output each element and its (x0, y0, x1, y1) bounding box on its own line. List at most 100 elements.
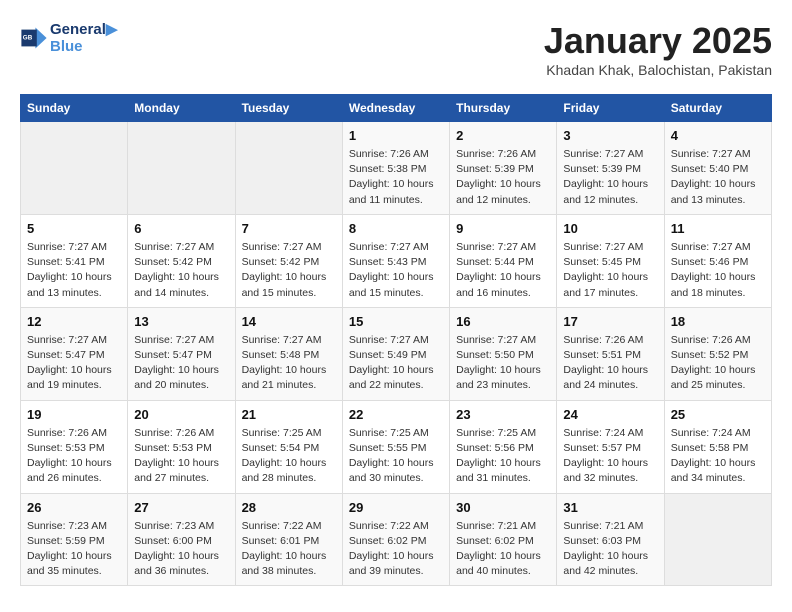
day-info: Sunrise: 7:27 AMSunset: 5:43 PMDaylight:… (349, 240, 443, 301)
day-info: Sunrise: 7:27 AMSunset: 5:47 PMDaylight:… (134, 333, 228, 394)
col-header-wednesday: Wednesday (342, 95, 449, 122)
day-number: 28 (242, 500, 336, 515)
day-info: Sunrise: 7:26 AMSunset: 5:52 PMDaylight:… (671, 333, 765, 394)
day-number: 10 (563, 221, 657, 236)
day-cell: 24 Sunrise: 7:24 AMSunset: 5:57 PMDayligh… (557, 400, 664, 493)
day-number: 22 (349, 407, 443, 422)
day-cell (664, 493, 771, 586)
day-number: 11 (671, 221, 765, 236)
day-number: 23 (456, 407, 550, 422)
header-row: SundayMondayTuesdayWednesdayThursdayFrid… (21, 95, 772, 122)
col-header-saturday: Saturday (664, 95, 771, 122)
day-number: 27 (134, 500, 228, 515)
day-info: Sunrise: 7:27 AMSunset: 5:41 PMDaylight:… (27, 240, 121, 301)
week-row-3: 12 Sunrise: 7:27 AMSunset: 5:47 PMDayligh… (21, 307, 772, 400)
day-number: 20 (134, 407, 228, 422)
day-cell: 2Sunrise: 7:26 AMSunset: 5:39 PMDaylight… (450, 122, 557, 215)
day-number: 8 (349, 221, 443, 236)
col-header-monday: Monday (128, 95, 235, 122)
day-info: Sunrise: 7:27 AMSunset: 5:50 PMDaylight:… (456, 333, 550, 394)
week-row-2: 5 Sunrise: 7:27 AMSunset: 5:41 PMDaylight… (21, 214, 772, 307)
day-info: Sunrise: 7:26 AMSunset: 5:53 PMDaylight:… (134, 426, 228, 487)
day-cell: 18Sunrise: 7:26 AMSunset: 5:52 PMDayligh… (664, 307, 771, 400)
day-cell: 20 Sunrise: 7:26 AMSunset: 5:53 PMDayligh… (128, 400, 235, 493)
col-header-sunday: Sunday (21, 95, 128, 122)
col-header-friday: Friday (557, 95, 664, 122)
day-cell (235, 122, 342, 215)
day-info: Sunrise: 7:27 AMSunset: 5:48 PMDaylight:… (242, 333, 336, 394)
day-cell: 16 Sunrise: 7:27 AMSunset: 5:50 PMDayligh… (450, 307, 557, 400)
day-info: Sunrise: 7:27 AMSunset: 5:40 PMDaylight:… (671, 147, 765, 208)
day-cell: 31 Sunrise: 7:21 AMSunset: 6:03 PMDayligh… (557, 493, 664, 586)
day-number: 29 (349, 500, 443, 515)
day-info: Sunrise: 7:27 AMSunset: 5:47 PMDaylight:… (27, 333, 121, 394)
title-block: January 2025 Khadan Khak, Balochistan, P… (544, 20, 772, 78)
day-info: Sunrise: 7:25 AMSunset: 5:55 PMDaylight:… (349, 426, 443, 487)
day-number: 17 (563, 314, 657, 329)
day-number: 6 (134, 221, 228, 236)
calendar-table: SundayMondayTuesdayWednesdayThursdayFrid… (20, 94, 772, 586)
day-number: 26 (27, 500, 121, 515)
day-number: 19 (27, 407, 121, 422)
day-cell: 12 Sunrise: 7:27 AMSunset: 5:47 PMDayligh… (21, 307, 128, 400)
day-cell (128, 122, 235, 215)
day-info: Sunrise: 7:21 AMSunset: 6:03 PMDaylight:… (563, 519, 657, 580)
day-number: 25 (671, 407, 765, 422)
day-cell: 22 Sunrise: 7:25 AMSunset: 5:55 PMDayligh… (342, 400, 449, 493)
day-cell: 3Sunrise: 7:27 AMSunset: 5:39 PMDaylight… (557, 122, 664, 215)
day-info: Sunrise: 7:27 AMSunset: 5:49 PMDaylight:… (349, 333, 443, 394)
day-cell: 26 Sunrise: 7:23 AMSunset: 5:59 PMDayligh… (21, 493, 128, 586)
day-cell: 10 Sunrise: 7:27 AMSunset: 5:45 PMDayligh… (557, 214, 664, 307)
day-cell: 23 Sunrise: 7:25 AMSunset: 5:56 PMDayligh… (450, 400, 557, 493)
day-cell: 30Sunrise: 7:21 AMSunset: 6:02 PMDayligh… (450, 493, 557, 586)
day-cell: 19Sunrise: 7:26 AMSunset: 5:53 PMDayligh… (21, 400, 128, 493)
day-cell: 6 Sunrise: 7:27 AMSunset: 5:42 PMDaylight… (128, 214, 235, 307)
day-info: Sunrise: 7:27 AMSunset: 5:42 PMDaylight:… (242, 240, 336, 301)
day-cell: 1Sunrise: 7:26 AMSunset: 5:38 PMDaylight… (342, 122, 449, 215)
week-row-1: 1Sunrise: 7:26 AMSunset: 5:38 PMDaylight… (21, 122, 772, 215)
day-cell: 15 Sunrise: 7:27 AMSunset: 5:49 PMDayligh… (342, 307, 449, 400)
day-cell: 9 Sunrise: 7:27 AMSunset: 5:44 PMDaylight… (450, 214, 557, 307)
day-info: Sunrise: 7:24 AMSunset: 5:57 PMDaylight:… (563, 426, 657, 487)
day-number: 7 (242, 221, 336, 236)
day-info: Sunrise: 7:22 AMSunset: 6:02 PMDaylight:… (349, 519, 443, 580)
day-info: Sunrise: 7:27 AMSunset: 5:46 PMDaylight:… (671, 240, 765, 301)
day-cell: 29 Sunrise: 7:22 AMSunset: 6:02 PMDayligh… (342, 493, 449, 586)
day-info: Sunrise: 7:26 AMSunset: 5:51 PMDaylight:… (563, 333, 657, 394)
month-title: January 2025 (544, 20, 772, 62)
day-info: Sunrise: 7:27 AMSunset: 5:44 PMDaylight:… (456, 240, 550, 301)
day-number: 16 (456, 314, 550, 329)
day-info: Sunrise: 7:26 AMSunset: 5:39 PMDaylight:… (456, 147, 550, 208)
day-cell: 8 Sunrise: 7:27 AMSunset: 5:43 PMDaylight… (342, 214, 449, 307)
day-number: 9 (456, 221, 550, 236)
day-number: 15 (349, 314, 443, 329)
day-number: 12 (27, 314, 121, 329)
col-header-thursday: Thursday (450, 95, 557, 122)
day-number: 13 (134, 314, 228, 329)
day-number: 24 (563, 407, 657, 422)
day-info: Sunrise: 7:24 AMSunset: 5:58 PMDaylight:… (671, 426, 765, 487)
location: Khadan Khak, Balochistan, Pakistan (544, 62, 772, 78)
day-cell: 14Sunrise: 7:27 AMSunset: 5:48 PMDayligh… (235, 307, 342, 400)
day-info: Sunrise: 7:25 AMSunset: 5:56 PMDaylight:… (456, 426, 550, 487)
day-info: Sunrise: 7:27 AMSunset: 5:39 PMDaylight:… (563, 147, 657, 208)
day-number: 5 (27, 221, 121, 236)
day-info: Sunrise: 7:27 AMSunset: 5:45 PMDaylight:… (563, 240, 657, 301)
day-cell: 25 Sunrise: 7:24 AMSunset: 5:58 PMDayligh… (664, 400, 771, 493)
day-info: Sunrise: 7:21 AMSunset: 6:02 PMDaylight:… (456, 519, 550, 580)
day-cell: 13 Sunrise: 7:27 AMSunset: 5:47 PMDayligh… (128, 307, 235, 400)
col-header-tuesday: Tuesday (235, 95, 342, 122)
logo-icon: GB (20, 24, 48, 52)
logo-subtext: Blue (50, 38, 117, 55)
week-row-5: 26 Sunrise: 7:23 AMSunset: 5:59 PMDayligh… (21, 493, 772, 586)
day-cell: 17 Sunrise: 7:26 AMSunset: 5:51 PMDayligh… (557, 307, 664, 400)
day-cell: 21Sunrise: 7:25 AMSunset: 5:54 PMDayligh… (235, 400, 342, 493)
svg-text:GB: GB (23, 34, 33, 41)
day-info: Sunrise: 7:23 AMSunset: 5:59 PMDaylight:… (27, 519, 121, 580)
day-number: 31 (563, 500, 657, 515)
day-number: 1 (349, 128, 443, 143)
day-number: 4 (671, 128, 765, 143)
day-cell: 7 Sunrise: 7:27 AMSunset: 5:42 PMDaylight… (235, 214, 342, 307)
day-cell: 5 Sunrise: 7:27 AMSunset: 5:41 PMDaylight… (21, 214, 128, 307)
day-info: Sunrise: 7:27 AMSunset: 5:42 PMDaylight:… (134, 240, 228, 301)
